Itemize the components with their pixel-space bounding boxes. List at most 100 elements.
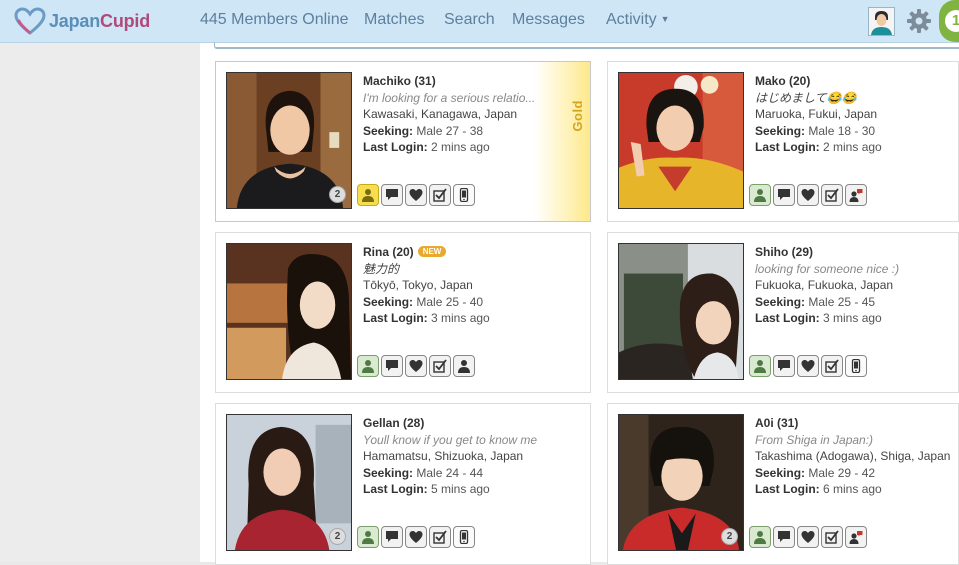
message-button[interactable]	[381, 526, 403, 548]
last-login-label: Last Login:	[363, 482, 428, 496]
last-login-label: Last Login:	[755, 140, 820, 154]
profile-photo[interactable]	[618, 243, 744, 380]
profile-photo[interactable]: 2	[226, 72, 352, 209]
logo-text-cupid: Cupid	[100, 10, 151, 31]
caret-down-icon: ▼	[660, 14, 670, 24]
online-chat-button[interactable]	[845, 184, 867, 206]
settings-gear-icon[interactable]	[906, 8, 932, 34]
profile-tagline: I'm looking for a serious relatio...	[363, 90, 536, 105]
shortlist-button[interactable]	[429, 355, 451, 377]
like-button[interactable]	[797, 184, 819, 206]
profile-name[interactable]: Rina (20) NEW	[363, 244, 588, 261]
nav-activity[interactable]: Activity ▼	[606, 11, 670, 29]
members-online-link[interactable]: 445 Members Online	[200, 11, 349, 29]
checkbox-icon	[825, 530, 839, 544]
heart-icon	[801, 360, 815, 372]
profile-photo[interactable]: 2	[618, 414, 744, 551]
message-button[interactable]	[381, 355, 403, 377]
profile-name[interactable]: Mako (20)	[755, 73, 959, 90]
mobile-icon	[459, 188, 469, 202]
nav-matches[interactable]: Matches	[364, 11, 424, 29]
nav-messages[interactable]: Messages	[512, 11, 585, 29]
profile-location: Maruoka, Fukui, Japan	[755, 107, 878, 121]
message-icon	[386, 360, 398, 371]
shortlist-button[interactable]	[821, 355, 843, 377]
mobile-icon	[459, 530, 469, 544]
message-button[interactable]	[773, 355, 795, 377]
profile-card[interactable]: 2 Gellan (28) Youll know if you get to k…	[215, 403, 591, 565]
like-button[interactable]	[797, 526, 819, 548]
message-icon	[386, 189, 398, 200]
member-status-button[interactable]	[453, 355, 475, 377]
view-profile-button[interactable]	[749, 184, 771, 206]
user-avatar-icon	[869, 8, 894, 35]
logo-text-japan: Japan	[49, 10, 101, 31]
mobile-status-button[interactable]	[453, 526, 475, 548]
profile-location: Tōkyō, Tokyo, Japan	[363, 278, 473, 292]
profile-photo[interactable]: 2	[226, 414, 352, 551]
profile-tagline: looking for someone nice :)	[755, 261, 900, 276]
view-profile-button[interactable]	[749, 355, 771, 377]
online-chat-button[interactable]	[845, 526, 867, 548]
profile-name[interactable]: Gellan (28)	[363, 415, 588, 432]
profile-card[interactable]: 2 Machiko (31) I'm looking for a serious…	[215, 61, 591, 222]
search-bar-edge	[214, 42, 959, 49]
message-button[interactable]	[381, 184, 403, 206]
last-login-label: Last Login:	[363, 140, 428, 154]
profile-tagline: From Shiga in Japan:)	[755, 432, 874, 447]
seeking-value: Male 25 - 40	[416, 294, 484, 309]
profile-icon	[754, 531, 766, 544]
last-login-value: 2 mins ago	[431, 140, 490, 154]
seeking-value: Male 29 - 42	[808, 465, 876, 480]
checkbox-icon	[825, 188, 839, 202]
profile-card[interactable]: 2 A0i (31) From Shiga in Japan:) Takashi…	[607, 403, 959, 565]
like-button[interactable]	[797, 355, 819, 377]
shortlist-button[interactable]	[821, 184, 843, 206]
top-nav-bar: JapanCupid 445 Members Online Matches Se…	[0, 0, 959, 43]
like-button[interactable]	[405, 184, 427, 206]
profile-icon	[754, 189, 766, 202]
site-logo[interactable]: JapanCupid	[14, 7, 150, 35]
view-profile-button[interactable]	[749, 526, 771, 548]
message-button[interactable]	[773, 184, 795, 206]
profile-card[interactable]: Mako (20) はじめまして😂😂 Maruoka, Fukui, Japan…	[607, 61, 959, 222]
profile-name[interactable]: Machiko (31)	[363, 73, 588, 90]
profile-tagline: Youll know if you get to know me	[363, 432, 538, 447]
like-button[interactable]	[405, 526, 427, 548]
last-login-label: Last Login:	[755, 482, 820, 496]
view-profile-button[interactable]	[357, 355, 379, 377]
checkbox-icon	[433, 530, 447, 544]
profile-tagline: はじめまして😂😂	[755, 90, 857, 105]
seeking-label: Seeking:	[363, 123, 414, 138]
my-avatar[interactable]	[868, 7, 895, 36]
profile-card[interactable]: Rina (20) NEW 魅力的 Tōkyō, Tokyo, Japan See…	[215, 232, 591, 393]
seeking-value: Male 18 - 30	[808, 123, 876, 138]
view-profile-button[interactable]	[357, 526, 379, 548]
action-buttons	[749, 526, 867, 548]
profile-name[interactable]: A0i (31)	[755, 415, 959, 432]
like-button[interactable]	[405, 355, 427, 377]
shortlist-button[interactable]	[429, 184, 451, 206]
seeking-label: Seeking:	[755, 123, 806, 138]
profile-name[interactable]: Shiho (29)	[755, 244, 959, 261]
nav-search[interactable]: Search	[444, 11, 495, 29]
last-login-value: 2 mins ago	[823, 140, 882, 154]
profile-photo[interactable]	[618, 72, 744, 209]
action-buttons	[357, 526, 475, 548]
seeking-label: Seeking:	[755, 465, 806, 480]
mobile-status-button[interactable]	[453, 184, 475, 206]
checkbox-icon	[433, 359, 447, 373]
profile-location: Takashima (Adogawa), Shiga, Japan	[755, 449, 951, 463]
shortlist-button[interactable]	[429, 526, 451, 548]
view-profile-button[interactable]	[357, 184, 379, 206]
notifications-button[interactable]: 1	[939, 0, 959, 42]
shortlist-button[interactable]	[821, 526, 843, 548]
profile-photo[interactable]	[226, 243, 352, 380]
message-icon	[386, 531, 398, 542]
mobile-status-button[interactable]	[845, 355, 867, 377]
message-button[interactable]	[773, 526, 795, 548]
profile-card[interactable]: Shiho (29) looking for someone nice :) F…	[607, 232, 959, 393]
notification-count: 1	[945, 10, 959, 32]
heart-icon	[801, 531, 815, 543]
heart-icon	[409, 360, 423, 372]
